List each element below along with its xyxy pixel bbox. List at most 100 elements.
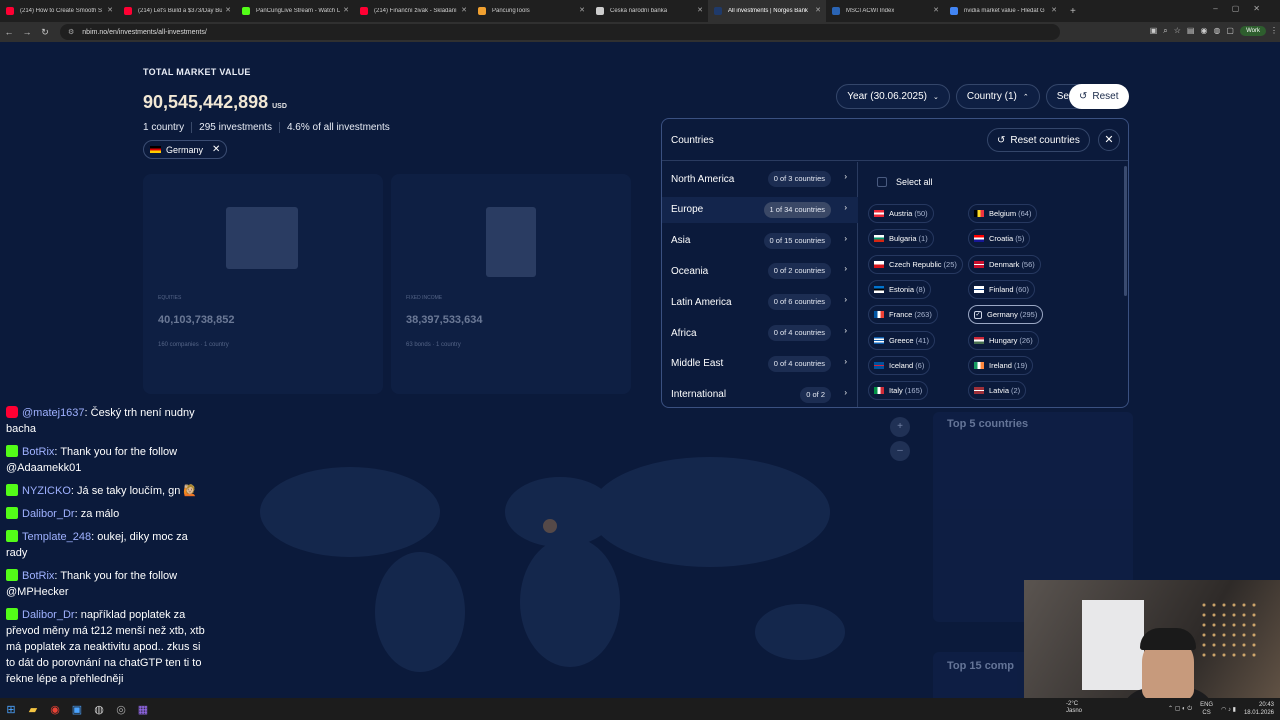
country-count: (6)	[915, 360, 925, 370]
country-name: Germany	[987, 310, 1018, 320]
country-option[interactable]: Belgium (64)	[968, 204, 1038, 223]
region-item[interactable]: Latin America 0 of 6 countries ›	[662, 289, 858, 315]
extension-icons[interactable]: ▣⌕☆▤◉◍▢	[1150, 26, 1240, 36]
app-icon[interactable]: ▦	[132, 703, 154, 716]
network-icon[interactable]: ◠ ♪ ▮	[1221, 706, 1236, 713]
close-icon[interactable]: ✕	[1098, 129, 1120, 151]
country-option[interactable]: Croatia (5)	[968, 229, 1031, 249]
country-option[interactable]: Italy (165)	[868, 381, 929, 401]
country-count: (41)	[915, 335, 929, 345]
tray-icons[interactable]: ⌃ ▢ ◐ ⏻	[1168, 705, 1192, 713]
country-option[interactable]: Estonia (8)	[868, 279, 932, 299]
language-indicator[interactable]: ENG CS	[1200, 701, 1213, 717]
tab-close-icon[interactable]: ✕	[697, 6, 703, 14]
region-item[interactable]: International 0 of 2 ›	[662, 382, 858, 407]
country-option[interactable]: ✓ Germany (295)	[968, 305, 1044, 325]
region-item[interactable]: Oceania 0 of 2 countries ›	[662, 258, 858, 284]
region-item[interactable]: Europe 1 of 34 countries ›	[662, 196, 858, 223]
chat-message: @matej1637: Český trh není nudny bacha	[6, 405, 206, 437]
reset-button[interactable]: ↺ Reset	[1069, 84, 1129, 109]
country-option[interactable]: Greece (41)	[868, 330, 935, 350]
country-option[interactable]: Denmark (56)	[968, 254, 1041, 274]
chrome-icon[interactable]: ◉	[44, 703, 66, 716]
browser-tab[interactable]: PanCungLive Stream - Watch Li ✕	[236, 0, 354, 22]
tab-close-icon[interactable]: ✕	[343, 6, 349, 14]
select-all-checkbox[interactable]: Select all	[877, 177, 933, 187]
url-input[interactable]: ⚙ nbim.no/en/investments/all-investments…	[60, 24, 1060, 40]
germany-filter-chip[interactable]: Germany ✕	[143, 140, 228, 159]
country-count: (2)	[1011, 386, 1021, 396]
country-option[interactable]: Hungary (26)	[968, 330, 1039, 350]
zoom-out-button[interactable]: –	[890, 441, 910, 461]
menu-icon[interactable]: ⋮	[1270, 26, 1278, 35]
country-option[interactable]: France (263)	[868, 305, 938, 325]
kick-icon	[6, 530, 18, 542]
browser-tab[interactable]: (214) Finanční živák - Skládání ✕	[354, 0, 472, 22]
weather-widget[interactable]: -2°C Jasno	[1066, 701, 1082, 715]
country-option[interactable]: Czech Republic (25)	[868, 254, 963, 274]
tab-close-icon[interactable]: ✕	[107, 6, 113, 14]
explorer-icon[interactable]: ▰	[22, 703, 44, 716]
year-filter-button[interactable]: Year (30.06.2025) ⌄	[836, 84, 950, 109]
region-item[interactable]: Africa 0 of 4 countries ›	[662, 320, 858, 346]
country-option[interactable]: Austria (50)	[868, 204, 934, 223]
browser-tab[interactable]: (214) Let's Build a $373/Day Bu ✕	[118, 0, 236, 22]
chat-username: Dalibor_Dr	[22, 609, 75, 621]
steam-icon[interactable]: ◍	[88, 703, 110, 716]
reset-countries-button[interactable]: ↺ Reset countries	[987, 128, 1090, 152]
region-count-badge: 0 of 2 countries	[767, 263, 831, 280]
reload-icon[interactable]: ↻	[36, 27, 54, 38]
new-tab-button[interactable]: +	[1062, 6, 1084, 17]
clock[interactable]: 20:43 18.01.2026	[1244, 701, 1274, 717]
region-item[interactable]: Middle East 0 of 4 countries ›	[662, 351, 858, 377]
country-option[interactable]: Iceland (6)	[868, 355, 931, 375]
select-all-label: Select all	[896, 177, 933, 187]
chat-message: BotRix: Thank you for the follow @MPHeck…	[6, 568, 206, 600]
fixed-income-card: FIXED INCOME 38,397,533,634 63 bonds · 1…	[391, 174, 631, 394]
photos-icon[interactable]: ▣	[66, 703, 88, 716]
obs-icon[interactable]: ◎	[110, 703, 132, 716]
country-option[interactable]: Bulgaria (1)	[868, 229, 934, 249]
country-filter-button[interactable]: Country (1) ⌃	[955, 84, 1040, 109]
country-option[interactable]: Ireland (19)	[968, 355, 1034, 375]
country-list: Select all Austria (50) Belgium (64) Bulgari…	[859, 162, 1128, 407]
country-list-scrollbar[interactable]	[1124, 166, 1127, 296]
browser-tab[interactable]: (214) How to Create Smooth S ✕	[0, 0, 118, 22]
country-option[interactable]: Latvia (2)	[968, 381, 1027, 401]
tab-close-icon[interactable]: ✕	[579, 6, 585, 14]
browser-tab[interactable]: All investments | Norges Bank ✕	[708, 0, 826, 22]
start-icon[interactable]: ⊞	[0, 703, 22, 716]
country-option[interactable]: Finland (60)	[968, 279, 1035, 299]
country-count: (5)	[1015, 234, 1025, 244]
region-item[interactable]: Asia 0 of 15 countries ›	[662, 228, 858, 254]
tab-close-icon[interactable]: ✕	[461, 6, 467, 14]
zoom-in-button[interactable]: +	[890, 417, 910, 437]
country-count: (1)	[918, 234, 928, 244]
tab-close-icon[interactable]: ✕	[1051, 6, 1057, 14]
chat-text: za málo	[80, 508, 120, 520]
browser-tab[interactable]: nvidia market value - Hledat G ✕	[944, 0, 1062, 22]
tab-close-icon[interactable]: ✕	[815, 6, 821, 14]
tab-title: Česká národní banka	[610, 8, 668, 14]
country-count: (60)	[1015, 284, 1029, 294]
remove-chip-icon[interactable]: ✕	[212, 144, 220, 155]
checkbox-icon	[877, 177, 887, 187]
region-item[interactable]: North America 0 of 3 countries ›	[662, 166, 858, 192]
tab-close-icon[interactable]: ✕	[225, 6, 231, 14]
germany-flag-icon	[150, 146, 161, 153]
reset-label: Reset	[1092, 91, 1119, 102]
country-flag-icon	[974, 361, 984, 369]
browser-tab[interactable]: PancungTools ✕	[472, 0, 590, 22]
tab-favicon-icon	[6, 7, 14, 15]
browser-tab[interactable]: MSCI ACWI Index ✕	[826, 0, 944, 22]
back-icon[interactable]: ←	[0, 27, 18, 37]
profile-badge[interactable]: Work	[1240, 26, 1266, 36]
window-controls[interactable]: –▢✕	[1213, 4, 1274, 13]
country-flag-icon	[974, 260, 984, 268]
forward-icon[interactable]: →	[18, 27, 36, 37]
tab-close-icon[interactable]: ✕	[933, 6, 939, 14]
site-info-icon[interactable]: ⚙	[68, 28, 74, 36]
browser-tab[interactable]: Česká národní banka ✕	[590, 0, 708, 22]
tab-favicon-icon	[478, 7, 486, 15]
kick-icon	[6, 569, 18, 581]
